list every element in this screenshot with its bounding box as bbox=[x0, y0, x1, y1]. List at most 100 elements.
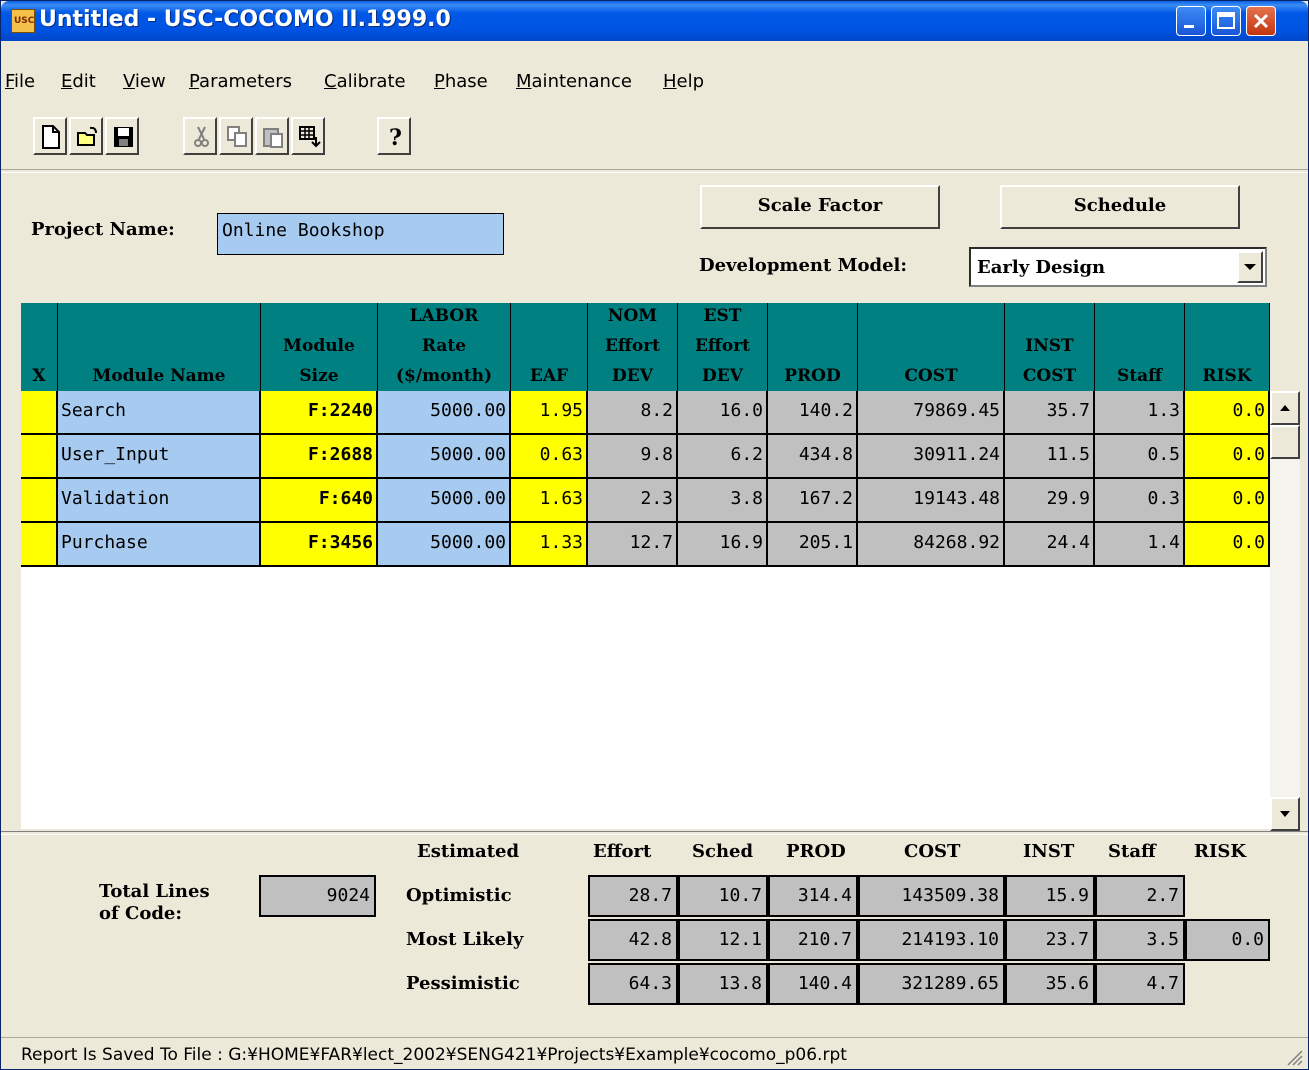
most-likely-cost: 214193.10 bbox=[858, 919, 1005, 961]
pessimistic-sched: 13.8 bbox=[678, 963, 768, 1005]
scroll-thumb[interactable] bbox=[1270, 425, 1300, 459]
scroll-up-icon[interactable] bbox=[1270, 391, 1300, 425]
resize-grip-icon[interactable] bbox=[1284, 1047, 1304, 1067]
inst-cost-cell: 24.4 bbox=[1005, 523, 1095, 567]
menu-phase[interactable]: Phase bbox=[434, 71, 488, 101]
minimize-button[interactable] bbox=[1176, 6, 1206, 36]
inst-cost-cell: 29.9 bbox=[1005, 479, 1095, 523]
menu-view[interactable]: View bbox=[123, 71, 166, 101]
risk-cell[interactable]: 0.0 bbox=[1185, 523, 1270, 567]
risk-cell[interactable]: 0.0 bbox=[1185, 435, 1270, 479]
prod-cell: 167.2 bbox=[768, 479, 858, 523]
est-effort-cell: 16.0 bbox=[678, 391, 768, 435]
development-model-label: Development Model: bbox=[699, 255, 908, 276]
menu-calibrate[interactable]: Calibrate bbox=[324, 71, 406, 101]
development-model-value: Early Design bbox=[977, 257, 1106, 278]
scroll-down-icon[interactable] bbox=[1270, 797, 1300, 831]
est-effort-cell: 16.9 bbox=[678, 523, 768, 567]
eaf-cell[interactable]: 1.63 bbox=[511, 479, 588, 523]
summary-header-sched: Sched bbox=[692, 841, 754, 862]
pessimistic-cost: 321289.65 bbox=[858, 963, 1005, 1005]
header-x: X bbox=[21, 303, 58, 391]
app-icon: USC bbox=[11, 9, 35, 33]
status-bar: Report Is Saved To File : G:¥HOME¥FAR¥le… bbox=[1, 1037, 1308, 1069]
module-name-cell[interactable]: Search bbox=[58, 391, 261, 435]
eaf-cell[interactable]: 1.33 bbox=[511, 523, 588, 567]
header-nom-effort: NOM Effort DEV bbox=[588, 303, 678, 391]
est-effort-cell: 6.2 bbox=[678, 435, 768, 479]
toolbar-divider bbox=[1, 169, 1308, 173]
menu-file[interactable]: File bbox=[5, 71, 35, 101]
vertical-scrollbar[interactable] bbox=[1270, 391, 1300, 831]
title-bar[interactable]: USC Untitled - USC-COCOMO II.1999.0 bbox=[1, 1, 1308, 41]
help-icon[interactable]: ? bbox=[377, 117, 411, 155]
menu-help[interactable]: Help bbox=[663, 71, 704, 101]
add-module-icon[interactable] bbox=[291, 117, 325, 155]
scale-factor-button[interactable]: Scale Factor bbox=[700, 185, 940, 229]
summary-header-estimated: Estimated bbox=[417, 841, 520, 862]
cut-icon[interactable] bbox=[183, 117, 217, 155]
most-likely-label: Most Likely bbox=[406, 929, 524, 950]
save-icon[interactable] bbox=[105, 117, 139, 155]
header-prod: PROD bbox=[768, 303, 858, 391]
prod-cell: 140.2 bbox=[768, 391, 858, 435]
module-name-cell[interactable]: User_Input bbox=[58, 435, 261, 479]
optimistic-cost: 143509.38 bbox=[858, 875, 1005, 917]
close-button[interactable] bbox=[1246, 6, 1276, 36]
summary-header-prod: PROD bbox=[786, 841, 846, 862]
most-likely-prod: 210.7 bbox=[768, 919, 858, 961]
table-row-select[interactable] bbox=[21, 391, 58, 435]
risk-cell[interactable]: 0.0 bbox=[1185, 479, 1270, 523]
header-est-effort: EST Effort DEV bbox=[678, 303, 768, 391]
project-name-input[interactable]: Online Bookshop bbox=[217, 213, 504, 255]
copy-icon[interactable] bbox=[219, 117, 253, 155]
nom-effort-cell: 2.3 bbox=[588, 479, 678, 523]
cost-cell: 84268.92 bbox=[858, 523, 1005, 567]
labor-rate-cell[interactable]: 5000.00 bbox=[378, 435, 511, 479]
eaf-cell[interactable]: 1.95 bbox=[511, 391, 588, 435]
module-grid: X Module Name Module Size LABOR Rate ($/mon… bbox=[21, 303, 1270, 829]
module-name-cell[interactable]: Purchase bbox=[58, 523, 261, 567]
table-row-select[interactable] bbox=[21, 435, 58, 479]
summary-divider bbox=[1, 831, 1308, 835]
module-size-cell[interactable]: F:2688 bbox=[261, 435, 378, 479]
schedule-button[interactable]: Schedule bbox=[1000, 185, 1240, 229]
menu-parameters[interactable]: Parameters bbox=[189, 71, 292, 101]
est-effort-cell: 3.8 bbox=[678, 479, 768, 523]
total-lines-label: Total Lines of Code: bbox=[99, 881, 210, 924]
risk-cell[interactable]: 0.0 bbox=[1185, 391, 1270, 435]
header-risk: RISK bbox=[1185, 303, 1270, 391]
module-size-cell[interactable]: F:640 bbox=[261, 479, 378, 523]
optimistic-inst: 15.9 bbox=[1005, 875, 1095, 917]
optimistic-staff: 2.7 bbox=[1095, 875, 1185, 917]
labor-rate-cell[interactable]: 5000.00 bbox=[378, 391, 511, 435]
optimistic-effort: 28.7 bbox=[588, 875, 678, 917]
most-likely-sched: 12.1 bbox=[678, 919, 768, 961]
open-icon[interactable] bbox=[69, 117, 103, 155]
pessimistic-inst: 35.6 bbox=[1005, 963, 1095, 1005]
most-likely-risk: 0.0 bbox=[1185, 919, 1270, 961]
maximize-button[interactable] bbox=[1211, 6, 1241, 36]
pessimistic-staff: 4.7 bbox=[1095, 963, 1185, 1005]
menu-edit[interactable]: Edit bbox=[61, 71, 96, 101]
eaf-cell[interactable]: 0.63 bbox=[511, 435, 588, 479]
paste-icon[interactable] bbox=[255, 117, 289, 155]
summary-header-inst: INST bbox=[1023, 841, 1075, 862]
nom-effort-cell: 9.8 bbox=[588, 435, 678, 479]
chevron-down-icon[interactable] bbox=[1237, 251, 1263, 283]
table-row-select[interactable] bbox=[21, 479, 58, 523]
inst-cost-cell: 11.5 bbox=[1005, 435, 1095, 479]
labor-rate-cell[interactable]: 5000.00 bbox=[378, 479, 511, 523]
new-icon[interactable] bbox=[33, 117, 67, 155]
staff-cell: 0.5 bbox=[1095, 435, 1185, 479]
module-size-cell[interactable]: F:3456 bbox=[261, 523, 378, 567]
table-row-select[interactable] bbox=[21, 523, 58, 567]
menu-maintenance[interactable]: Maintenance bbox=[516, 71, 632, 101]
prod-cell: 434.8 bbox=[768, 435, 858, 479]
module-name-cell[interactable]: Validation bbox=[58, 479, 261, 523]
header-inst-cost: INST COST bbox=[1005, 303, 1095, 391]
module-size-cell[interactable]: F:2240 bbox=[261, 391, 378, 435]
development-model-select[interactable]: Early Design bbox=[969, 247, 1267, 287]
inst-cost-cell: 35.7 bbox=[1005, 391, 1095, 435]
labor-rate-cell[interactable]: 5000.00 bbox=[378, 523, 511, 567]
